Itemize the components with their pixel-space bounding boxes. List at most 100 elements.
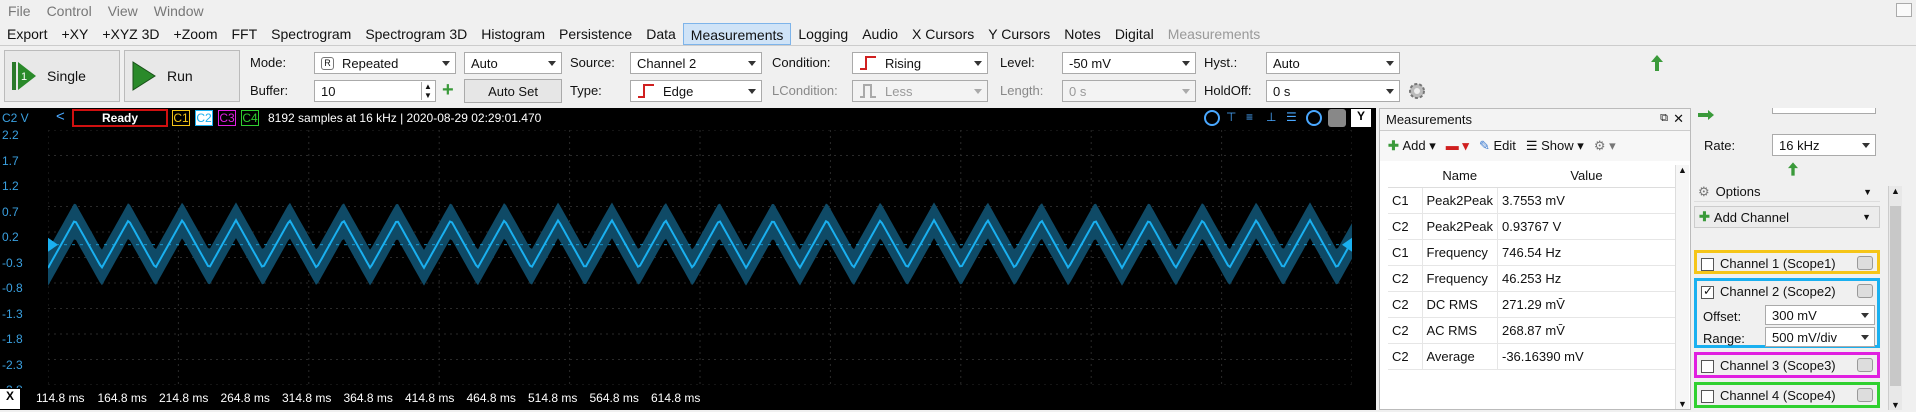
list-icon[interactable]: ☰: [1286, 110, 1297, 124]
run-button[interactable]: Run: [124, 50, 240, 102]
tab-histogram[interactable]: Histogram: [474, 23, 552, 45]
channel-c1-toggle[interactable]: C1: [172, 110, 190, 126]
tab-spectrogram[interactable]: Spectrogram: [264, 23, 358, 45]
close-icon[interactable]: ✕: [1673, 111, 1684, 127]
channel-2-row[interactable]: ✓ Channel 2 (Scope2) Offset: 300 mV Range…: [1694, 278, 1880, 348]
tab-audio[interactable]: Audio: [855, 23, 905, 45]
back-arrow-icon[interactable]: <: [56, 108, 65, 125]
tab-zoom[interactable]: +Zoom: [167, 23, 225, 45]
align-top-icon[interactable]: ⊤: [1226, 110, 1236, 124]
single-button[interactable]: 1 Single: [4, 50, 120, 102]
channel-3-settings-icon[interactable]: [1857, 358, 1873, 372]
measurement-name-cell: Frequency: [1422, 239, 1498, 266]
float-window-icon[interactable]: ⧉: [1660, 112, 1668, 125]
add-channel-button[interactable]: ✚ Add Channel ▼: [1694, 206, 1880, 228]
channel-1-row[interactable]: Channel 1 (Scope1): [1694, 250, 1880, 274]
channel-c2-toggle[interactable]: C2: [195, 110, 213, 126]
tab-spectrogram-3d[interactable]: Spectrogram 3D: [358, 23, 474, 45]
tab-fft[interactable]: FFT: [225, 23, 265, 45]
scroll-down-icon[interactable]: ▼: [1678, 399, 1687, 409]
tab-x-cursors[interactable]: X Cursors: [905, 23, 981, 45]
col-channel-header: [1388, 165, 1422, 188]
length-label: Length:: [1000, 83, 1044, 98]
menu-window[interactable]: Window: [146, 3, 212, 19]
measurement-row[interactable]: C2 DC RMS 271.29 mV̄: [1388, 291, 1676, 318]
channel-1-checkbox[interactable]: [1701, 258, 1714, 272]
play-icon: [132, 61, 156, 91]
expand-arrow-icon[interactable]: [1698, 110, 1714, 120]
holdoff-input[interactable]: 0 s: [1266, 80, 1400, 102]
collapse-arrow-icon[interactable]: [1651, 55, 1663, 71]
tab-persistence[interactable]: Persistence: [552, 23, 639, 45]
tab-xyz-3d[interactable]: +XYZ 3D: [95, 23, 166, 45]
scope-settings-gear-icon[interactable]: [1328, 109, 1346, 127]
scrollbar-thumb[interactable]: [1890, 206, 1901, 386]
level-input[interactable]: -50 mV: [1062, 52, 1196, 74]
buffer-label: Buffer:: [250, 83, 289, 98]
hyst-select[interactable]: Auto: [1266, 52, 1400, 74]
source-select[interactable]: Channel 2: [630, 52, 762, 74]
channel-c3-toggle[interactable]: C3: [218, 110, 236, 126]
menu-control[interactable]: Control: [39, 3, 100, 19]
tab-notes[interactable]: Notes: [1057, 23, 1108, 45]
channel-4-checkbox[interactable]: [1701, 390, 1714, 404]
menu-view[interactable]: View: [100, 3, 146, 19]
scroll-up-icon[interactable]: ▲: [1678, 165, 1687, 175]
plus-icon: ✚: [1388, 138, 1403, 153]
tab-measurements[interactable]: Measurements: [682, 22, 792, 45]
tab-data[interactable]: Data: [639, 23, 683, 45]
offset-select[interactable]: 300 mV: [1765, 305, 1875, 325]
spin-arrows-icon[interactable]: ▲ ▼: [421, 82, 434, 100]
x-axis-button[interactable]: X: [0, 389, 20, 409]
measurement-row[interactable]: C2 Average -36.16390 mV: [1388, 343, 1676, 370]
add-measurement-button[interactable]: ✚ Add ▾: [1388, 138, 1436, 154]
measurement-row[interactable]: C2 AC RMS 268.87 mV̄: [1388, 317, 1676, 344]
type-select[interactable]: Edge: [630, 80, 762, 102]
channel-3-row[interactable]: Channel 3 (Scope3): [1694, 352, 1880, 378]
trigger-settings-gear-icon[interactable]: [1408, 82, 1426, 100]
measurement-row[interactable]: C1 Frequency 746.54 Hz: [1388, 239, 1676, 266]
tab-y-cursors[interactable]: Y Cursors: [981, 23, 1057, 45]
collapse-arrow-icon[interactable]: [1788, 162, 1798, 176]
measurements-settings-gear-icon[interactable]: ⚙ ▾: [1594, 138, 1616, 154]
mode-select[interactable]: R Repeated: [314, 52, 456, 74]
channel-4-row[interactable]: Channel 4 (Scope4): [1694, 382, 1880, 408]
scroll-down-icon[interactable]: ▼: [1891, 400, 1900, 410]
condition-select[interactable]: Rising: [852, 52, 988, 74]
remove-measurement-icon[interactable]: ▬ ▾: [1446, 138, 1469, 154]
channel-1-settings-icon[interactable]: [1857, 256, 1873, 270]
buffer-spinbox[interactable]: 10 ▲ ▼: [314, 80, 436, 102]
scroll-up-icon[interactable]: ▲: [1891, 186, 1900, 196]
channel-3-checkbox[interactable]: [1701, 360, 1714, 374]
restore-icon[interactable]: [1896, 3, 1912, 17]
menu-file[interactable]: File: [0, 3, 39, 19]
align-middle-icon[interactable]: ≡: [1246, 110, 1253, 124]
rate-select[interactable]: 16 kHz: [1772, 134, 1876, 156]
channel-c4-toggle[interactable]: C4: [241, 110, 259, 126]
measurement-row[interactable]: C2 Peak2Peak 0.93767 V: [1388, 213, 1676, 240]
auto-set-button[interactable]: Auto Set: [464, 79, 562, 103]
options-dropdown[interactable]: ⚙ Options ▼: [1694, 182, 1880, 202]
tab-export[interactable]: Export: [0, 23, 54, 45]
measurement-channel-cell: C2: [1388, 265, 1423, 292]
zoom-icon[interactable]: [1204, 110, 1220, 126]
tab-xy[interactable]: +XY: [54, 23, 95, 45]
tab-digital[interactable]: Digital: [1108, 23, 1161, 45]
channel-2-checkbox[interactable]: ✓: [1701, 284, 1714, 300]
range-select[interactable]: 500 mV/div: [1765, 327, 1875, 347]
channel-2-settings-icon[interactable]: [1857, 284, 1873, 298]
waveform-plot[interactable]: [48, 130, 1352, 385]
magnifier-icon[interactable]: [1306, 110, 1322, 126]
align-bottom-icon[interactable]: ⊥: [1266, 110, 1276, 124]
trigger-auto-select[interactable]: Auto: [464, 52, 562, 74]
add-buffer-icon[interactable]: +: [442, 80, 454, 100]
measurement-row[interactable]: C2 Frequency 46.253 Hz: [1388, 265, 1676, 292]
measurements-scrollbar[interactable]: ▲ ▼: [1675, 165, 1689, 409]
show-button[interactable]: ☰ Show ▾: [1526, 138, 1584, 154]
measurement-row[interactable]: C1 Peak2Peak 3.7553 mV: [1388, 187, 1676, 214]
y-axis-button[interactable]: Y: [1351, 109, 1371, 127]
channel-4-settings-icon[interactable]: [1857, 388, 1873, 402]
tab-logging[interactable]: Logging: [791, 23, 855, 45]
edit-button[interactable]: ✎ Edit: [1479, 138, 1516, 154]
panel-scrollbar[interactable]: ▲ ▼: [1888, 186, 1902, 410]
